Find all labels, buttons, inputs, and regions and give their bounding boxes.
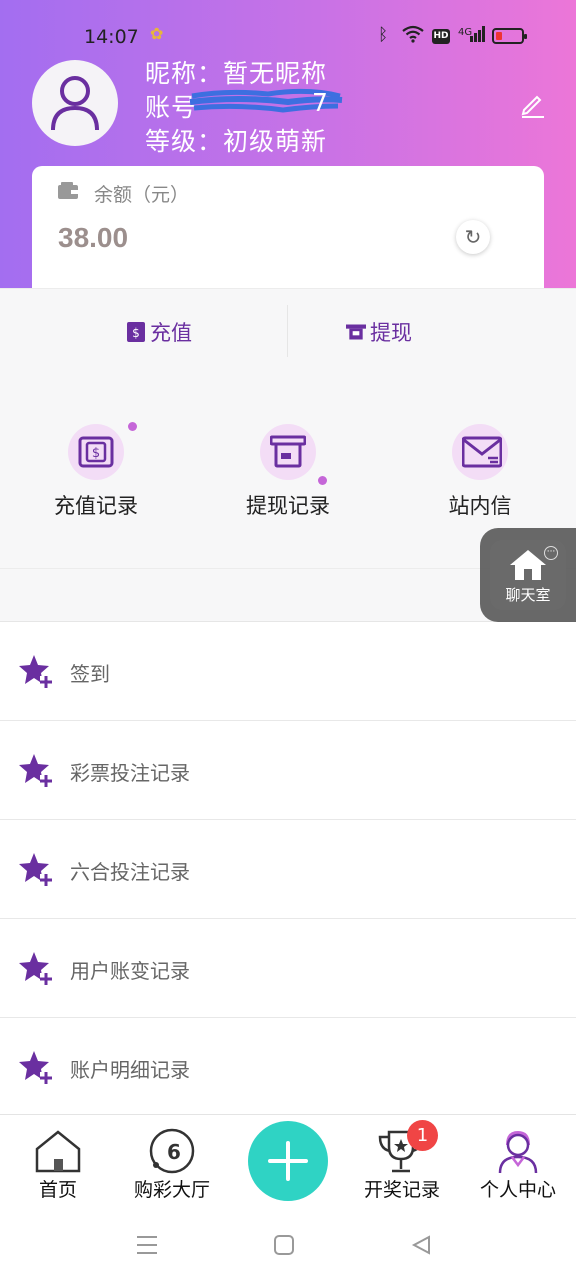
svg-text:$: $	[132, 326, 140, 340]
tab-label: 首页	[38, 1179, 77, 1201]
mail-icon	[462, 436, 502, 468]
add-button[interactable]	[248, 1121, 328, 1201]
balance-card: 余额（元） 38.00 ↻	[32, 166, 544, 306]
battery-icon	[492, 28, 527, 44]
menu-label: 签到	[70, 662, 110, 686]
chat-room-button[interactable]: ··· 聊天室	[480, 528, 576, 622]
level: 等级：初级萌新	[145, 127, 328, 156]
balance-label: 余额（元）	[94, 184, 190, 206]
user-icon	[498, 1131, 538, 1174]
refresh-icon[interactable]: ↻	[456, 220, 490, 254]
user-avatar-icon	[51, 76, 99, 131]
withdraw-label: 提现	[370, 321, 412, 345]
tab-label: 个人中心	[479, 1179, 556, 1201]
hd-icon: HD	[432, 29, 450, 44]
recharge-record-icon: $	[78, 436, 114, 468]
bluetooth-icon: ᛒ	[378, 25, 389, 45]
list-item[interactable]: 彩票投注记录	[0, 721, 576, 820]
wifi-icon	[402, 25, 424, 48]
edit-icon[interactable]	[518, 90, 546, 118]
grid-item-mail[interactable]: 站内信	[410, 424, 550, 520]
grid-label: 提现记录	[246, 494, 330, 518]
more-icon: ···	[544, 546, 558, 560]
home-icon	[510, 550, 546, 580]
balance-amount: 38.00	[58, 222, 129, 253]
star-plus-icon	[19, 655, 52, 688]
tab-label: 购彩大厅	[133, 1179, 210, 1201]
menu-label: 用户账变记录	[70, 959, 190, 983]
menu-icon[interactable]	[136, 1234, 158, 1256]
system-nav-bar	[0, 1210, 576, 1280]
recharge-icon: $	[127, 322, 145, 342]
withdraw-icon	[346, 324, 366, 340]
grid-item-withdraw-record[interactable]: 提现记录	[218, 424, 358, 520]
recharge-label: 充值	[150, 321, 192, 345]
menu-label: 彩票投注记录	[70, 761, 190, 785]
withdraw-record-icon	[270, 435, 306, 468]
chat-room-label: 聊天室	[505, 586, 551, 604]
star-plus-icon	[19, 853, 52, 886]
notification-icon: ✿	[150, 24, 164, 43]
avatar[interactable]	[32, 60, 118, 146]
svg-text:$: $	[92, 446, 100, 461]
account-value: 7	[312, 88, 329, 117]
plus-icon	[268, 1141, 308, 1181]
grid-label: 充值记录	[54, 494, 138, 518]
grid-label: 站内信	[448, 494, 512, 518]
star-plus-icon	[19, 754, 52, 787]
star-plus-icon	[19, 952, 52, 985]
star-plus-icon	[19, 1051, 52, 1084]
home-nav-icon[interactable]	[273, 1234, 295, 1256]
withdraw-button[interactable]: 提现	[346, 317, 412, 347]
list-item[interactable]: 六合投注记录	[0, 820, 576, 919]
notification-badge: 1	[407, 1120, 438, 1151]
battery-level	[496, 32, 502, 40]
menu-label: 六合投注记录	[70, 860, 190, 884]
status-time: 14:07	[84, 26, 139, 48]
action-row: $ 充值 提现	[0, 288, 576, 374]
list-item[interactable]: 签到	[0, 622, 576, 721]
status-bar: 14:07 ✿ ᛒ HD 4G	[0, 22, 576, 52]
lottery-ball-icon: 6	[149, 1128, 195, 1174]
recharge-button[interactable]: $ 充值	[126, 317, 192, 347]
nickname: 昵称：暂无昵称	[145, 59, 328, 88]
back-icon[interactable]	[410, 1234, 432, 1256]
menu-list: 签到 彩票投注记录 六合投注记录 用户账变记录 账户明细记录	[0, 622, 576, 1117]
action-divider	[287, 305, 288, 357]
list-item[interactable]: 账户明细记录	[0, 1018, 576, 1117]
tab-label: 开奖记录	[363, 1179, 440, 1201]
grid-item-recharge-record[interactable]: $ 充值记录	[26, 422, 166, 520]
wallet-icon	[58, 182, 78, 199]
signal-icon	[470, 26, 486, 42]
list-item[interactable]: 用户账变记录	[0, 919, 576, 1018]
home-tab-icon	[35, 1130, 81, 1173]
lottery-ball-number: 6	[167, 1140, 181, 1164]
menu-label: 账户明细记录	[70, 1058, 190, 1082]
